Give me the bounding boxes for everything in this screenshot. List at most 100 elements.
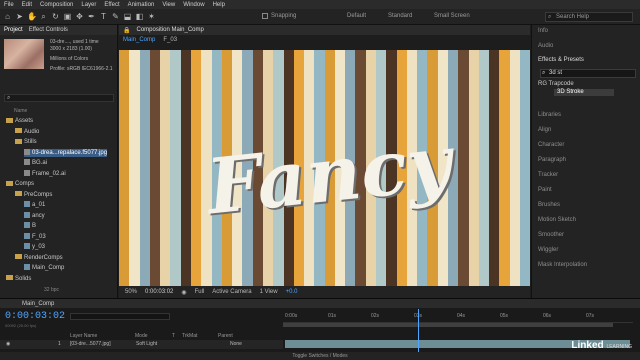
workspace-standard[interactable]: Standard [388,13,412,19]
brand-sub: LEARNING [606,344,632,350]
stripe [149,50,161,311]
project-search-input[interactable]: ⌕ [4,94,114,102]
puppet-tool-icon[interactable]: ✶ [147,12,156,21]
bpc-label[interactable]: 32 bpc [44,287,59,293]
project-tree-item[interactable]: BG.ai [24,159,47,167]
camera-tool-icon[interactable]: ▣ [63,12,72,21]
menu-item-file[interactable]: File [4,2,14,8]
camera-select[interactable]: Active Camera [212,289,251,295]
menu-item-help[interactable]: Help [213,2,225,8]
tab-project[interactable]: Project [4,27,23,33]
project-tree-item[interactable]: Main_Comp [24,264,64,272]
panel-smoother[interactable]: Smoother [538,232,564,238]
panel-paint[interactable]: Paint [538,187,552,193]
brush-tool-icon[interactable]: ✎ [111,12,120,21]
project-tree-label: y_03 [32,244,46,250]
work-area-bar[interactable] [283,323,613,327]
menu-item-layer[interactable]: Layer [81,2,96,8]
column-trkmat: TrkMat [182,333,198,339]
stripe [160,50,171,311]
timeline-timecode[interactable]: 0:00:03:02 [5,311,65,322]
layer-mode-select[interactable]: Soft Light [136,341,157,347]
toolbar: ⌂ ➤ ✋ ⌕ ↻ ▣ ✥ ✒ T ✎ ⬓ ◧ ✶ Snapping Defau… [0,9,640,25]
eraser-tool-icon[interactable]: ◧ [135,12,144,21]
layer-row[interactable]: ◉ 1 [03-dre...5077.jpg] Soft Light None [0,340,283,349]
panel-align[interactable]: Align [538,127,551,133]
type-tool-icon[interactable]: T [99,12,108,21]
menu-item-animation[interactable]: Animation [128,2,155,8]
workspace-default[interactable]: Default [347,13,366,19]
panel-mask-interpolation[interactable]: Mask Interpolation [538,262,587,268]
project-tree-item[interactable]: RenderComps [15,254,63,262]
tab-effect-controls[interactable]: Effect Controls [29,27,68,33]
project-tree-item[interactable]: 03-drea...repalace.f5077.jpg [24,148,108,157]
tab-composition-main[interactable]: Composition Main_Comp [136,27,203,33]
views-select[interactable]: 1 View [260,289,278,295]
layer-parent-select[interactable]: None [230,341,242,347]
breadcrumb-f03[interactable]: F_03 [163,37,177,43]
search-help-input[interactable]: ⌕ Search Help [545,12,633,22]
project-tree-item[interactable]: y_03 [24,243,45,251]
camera-icon[interactable]: ◉ [181,289,186,296]
menu-item-effect[interactable]: Effect [104,2,119,8]
panel-audio[interactable]: Audio [538,43,553,49]
tab-main-comp-timeline[interactable]: Main_Comp [22,301,54,307]
project-tree-item[interactable]: ancy [24,211,45,220]
menu-item-edit[interactable]: Edit [22,2,32,8]
project-tree-item[interactable]: Assets [6,117,33,125]
layer-name[interactable]: [03-dre...5077.jpg] [70,341,111,347]
project-tree-item[interactable]: Stills [15,138,37,146]
project-tree-item[interactable]: a_01 [24,201,45,209]
breadcrumb-main-comp[interactable]: Main_Comp [123,37,155,43]
composition-canvas[interactable]: Fancy [119,50,530,311]
snapping-checkbox[interactable] [262,13,268,19]
stamp-tool-icon[interactable]: ⬓ [123,12,132,21]
panel-libraries[interactable]: Libraries [538,112,561,118]
project-tree-item[interactable]: Solids [6,275,31,283]
home-icon[interactable]: ⌂ [3,12,12,21]
exposure-value[interactable]: +0.0 [286,289,298,295]
search-icon: ⌕ [548,14,552,20]
project-tree-item[interactable]: F_03 [24,232,46,241]
eye-icon[interactable]: ◉ [6,341,10,347]
panel-brushes[interactable]: Brushes [538,202,560,208]
timeline-search-input[interactable] [70,313,170,320]
panel-effects-presets[interactable]: Effects & Presets [538,57,584,63]
project-tree-item[interactable]: PreComps [15,191,52,199]
zoom-select[interactable]: 50% [125,289,137,295]
project-tree-item[interactable]: Frame_02.ai [24,169,66,178]
menu-item-composition[interactable]: Composition [40,2,73,8]
project-tree-item[interactable]: Audio [15,128,39,136]
selection-tool-icon[interactable]: ➤ [15,12,24,21]
lock-icon[interactable]: 🔒 [123,27,130,34]
viewer-footer: 50% 0:00:03:02 ◉ Full Active Camera 1 Vi… [119,286,530,298]
menu-item-view[interactable]: View [162,2,175,8]
project-tree-item[interactable]: Comps [6,180,34,188]
panel-info[interactable]: Info [538,28,548,34]
zoom-tool-icon[interactable]: ⌕ [39,12,48,21]
pan-tool-icon[interactable]: ✥ [75,12,84,21]
panel-paragraph[interactable]: Paragraph [538,157,566,163]
workspace-small-screen[interactable]: Small Screen [434,13,470,19]
pen-tool-icon[interactable]: ✒ [87,12,96,21]
toggle-switches-modes[interactable]: Toggle Switches / Modes [0,352,640,360]
search-icon: ⌕ [542,70,546,76]
search-help-placeholder: Search Help [556,14,590,20]
panel-tracker[interactable]: Tracker [538,172,558,178]
category-rg-trapcode[interactable]: RG Trapcode [538,81,574,87]
stripe [129,50,140,311]
project-tree-item[interactable]: B [24,222,36,230]
stripe [509,50,520,311]
panel-wiggler[interactable]: Wiggler [538,247,558,253]
rotate-tool-icon[interactable]: ↻ [51,12,60,21]
composition-icon [24,264,30,271]
effects-search-input[interactable]: ⌕ 3d st [540,69,636,78]
menu-item-window[interactable]: Window [183,2,204,8]
panel-motion-sketch[interactable]: Motion Sketch [538,217,576,223]
viewer-time[interactable]: 0:00:03:02 [145,289,173,295]
hand-tool-icon[interactable]: ✋ [27,12,37,21]
panel-character[interactable]: Character [538,142,564,148]
resolution-select[interactable]: Full [195,289,205,295]
time-ruler[interactable]: 0:00s01s02s03s04s05s06s07s [283,311,633,323]
effect-3d-stroke[interactable]: 3D Stroke [554,89,614,96]
